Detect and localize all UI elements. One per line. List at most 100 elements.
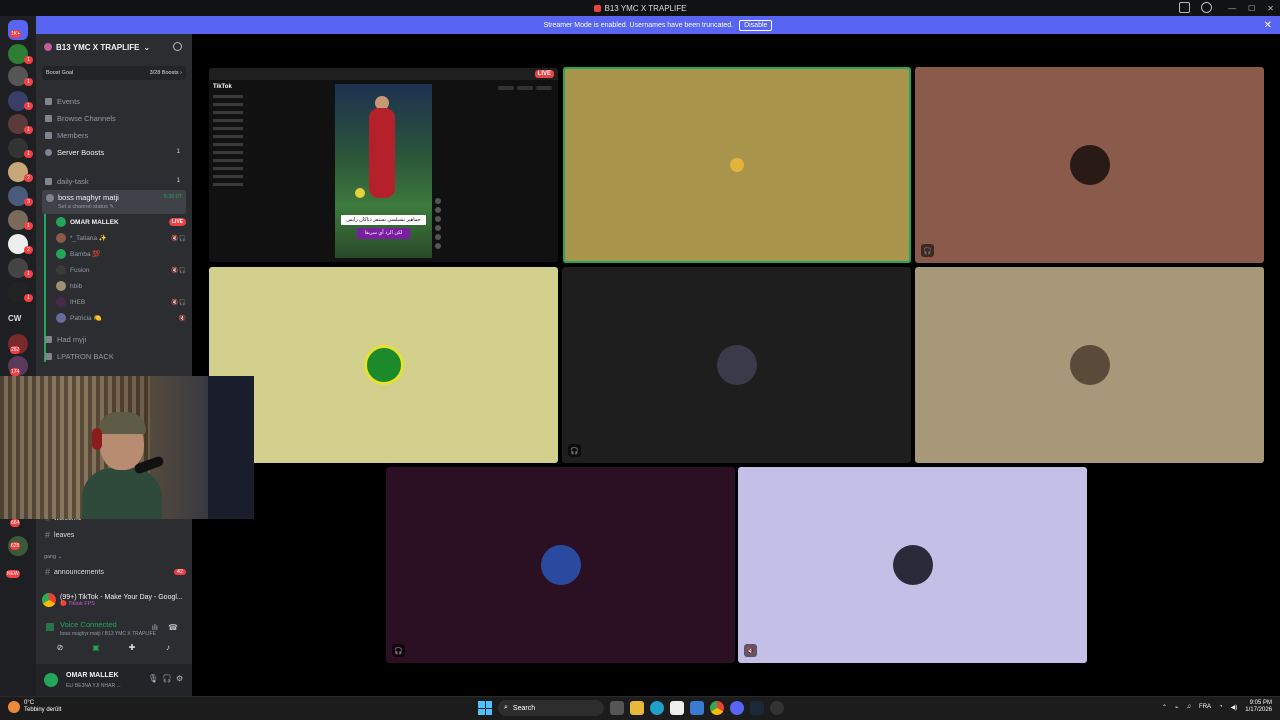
server-badge: 1 <box>24 294 33 302</box>
participant-tile[interactable]: 🎧 <box>386 467 735 663</box>
screen-share-tile[interactable]: LIVE TikTok جماهير تشيلسي تستفز دياكان ر… <box>209 68 558 262</box>
disconnect-icon[interactable]: ☎ <box>168 623 178 632</box>
voice-user[interactable]: Patricia 🍋 🔇 <box>56 311 186 325</box>
player-body <box>369 108 395 198</box>
task-view-icon[interactable] <box>610 701 624 715</box>
nav-browse-channels[interactable]: Browse Channels <box>42 111 186 125</box>
signal-icon[interactable] <box>46 623 54 631</box>
participant-tile[interactable]: 🎧 <box>915 67 1264 263</box>
obs-icon[interactable] <box>770 701 784 715</box>
mute-icon: 🔇 <box>178 315 186 322</box>
members-icon <box>45 131 52 139</box>
participant-tile[interactable] <box>915 267 1264 463</box>
avatar <box>56 297 66 307</box>
voice-user[interactable]: IHEB 🔇🎧 <box>56 295 186 309</box>
clock-date: 1/17/2026 <box>1245 707 1272 713</box>
text-channel-announcements[interactable]: # announcements 42 <box>42 565 186 579</box>
nav-server-boosts[interactable]: Server Boosts 1 <box>42 145 186 159</box>
weather-widget[interactable]: 0°C Tebbiny derûlt <box>8 700 61 714</box>
headphones-icon[interactable]: 🎧 <box>162 674 172 683</box>
network-icon[interactable]: ⌁ <box>1175 704 1179 711</box>
tiktok-video[interactable]: جماهير تشيلسي تستفز دياكان رايس لكن الرد… <box>335 84 432 258</box>
activity-panel[interactable]: (99+) TikTok - Make Your Day - Googl... … <box>42 586 186 614</box>
voice-timer: 5:36:07 <box>163 194 182 200</box>
voice-channel[interactable]: Had myji <box>42 332 186 346</box>
channel-label: announcements <box>54 568 104 576</box>
voice-user[interactable]: Bamba 💯 <box>56 247 186 261</box>
language-indicator[interactable]: FRA <box>1199 704 1211 710</box>
voice-user[interactable]: Fusion 🔇🎧 <box>56 263 186 277</box>
screen-share-button[interactable]: ▣ <box>81 640 111 654</box>
channel-status[interactable]: Set a channel status ✎ <box>58 204 114 210</box>
activities-button[interactable]: ✚ <box>117 640 147 654</box>
participant-tile[interactable] <box>209 267 558 463</box>
voice-channel-active[interactable]: boss maghyr matji Set a channel status ✎… <box>42 190 186 214</box>
participant-tile[interactable]: 🎧 <box>562 267 911 463</box>
chrome-icon[interactable] <box>710 701 724 715</box>
voice-connected-label[interactable]: Voice Connected <box>60 620 117 629</box>
discord-icon[interactable] <box>730 701 744 715</box>
category-gang[interactable]: gang ⌄ <box>44 554 62 560</box>
channel-label: leaves <box>54 531 75 539</box>
steam-icon[interactable] <box>750 701 764 715</box>
start-button[interactable] <box>478 701 492 715</box>
server-header[interactable]: B13 YMC X TRAPLIFE ⌄ <box>36 34 192 60</box>
server-badge: 1 <box>24 56 33 64</box>
maximize-button[interactable]: ☐ <box>1248 4 1255 13</box>
avatar <box>540 545 581 585</box>
nav-members[interactable]: Members <box>42 128 186 142</box>
voice-user[interactable]: hbib <box>56 279 186 293</box>
add-member-icon[interactable] <box>173 42 182 51</box>
microphone-icon[interactable]: ♫ <box>1187 704 1192 710</box>
avatar[interactable] <box>44 673 58 687</box>
store-icon[interactable] <box>670 701 684 715</box>
camera-off-button[interactable]: ⊘ <box>45 640 75 654</box>
server-cw-label[interactable]: CW <box>8 314 21 323</box>
help-icon[interactable] <box>1201 2 1212 13</box>
wifi-icon[interactable]: ◔ <box>1219 704 1223 710</box>
server-badge: 1 <box>24 222 33 230</box>
speaker-icon <box>46 194 54 202</box>
file-explorer-icon[interactable] <box>630 701 644 715</box>
soundboard-button[interactable]: ♪ <box>153 640 183 654</box>
streamer <box>82 406 165 519</box>
taskbar-search[interactable]: ⌕ Search <box>498 700 604 716</box>
voice-user[interactable]: *_Tatiana ✨ 🔇🎧 <box>56 231 186 245</box>
dm-badge: 1K+ <box>10 30 22 38</box>
discord-app-icon <box>593 4 601 12</box>
nav-events[interactable]: Events <box>42 94 186 108</box>
avatar <box>56 313 66 323</box>
participant-tile[interactable]: 🔇 <box>738 467 1087 663</box>
microphone-icon[interactable]: 🎙 <box>148 674 158 683</box>
participant-tile[interactable] <box>563 67 911 263</box>
avatar <box>892 545 933 585</box>
minimize-button[interactable]: — <box>1228 4 1236 13</box>
channel-label: daily-task <box>57 176 89 186</box>
voice-user-name: hbib <box>70 282 83 290</box>
screen-share-icon[interactable] <box>1179 2 1190 13</box>
voice-channel[interactable]: LPATRON BACK <box>42 349 186 363</box>
disable-streamer-mode-button[interactable]: Disable <box>739 19 773 31</box>
text-channel-leaves[interactable]: # leaves <box>42 528 186 542</box>
chevron-up-icon[interactable]: ⌃ <box>1162 704 1167 711</box>
hash-icon: # <box>45 567 51 577</box>
volume-icon[interactable]: ◀) <box>1231 704 1238 711</box>
voice-user[interactable]: OMAR MALLEK LIVE <box>56 215 186 229</box>
noise-suppression-icon[interactable]: ılı <box>152 623 158 632</box>
avatar <box>56 281 66 291</box>
channel-daily-task[interactable]: daily-task 1 <box>42 174 186 188</box>
voice-user-name: Fusion <box>70 266 90 274</box>
close-window-button[interactable]: ✕ <box>1267 4 1274 13</box>
user-name: OMAR MALLEK <box>66 672 119 679</box>
channel-label: LPATRON BACK <box>57 351 114 361</box>
clock[interactable]: 9:05 PM 1/17/2026 <box>1245 700 1272 714</box>
close-banner-icon[interactable]: ✕ <box>1264 20 1272 31</box>
mail-icon[interactable] <box>690 701 704 715</box>
gear-icon[interactable]: ⚙ <box>176 674 183 683</box>
voice-channel-name: boss maghyr matji <box>58 193 119 202</box>
user-status: ELI BE3NA YJI NHAR ... <box>66 683 121 689</box>
mute-deafen-icon: 🔇🎧 <box>171 235 186 242</box>
edge-icon[interactable] <box>650 701 664 715</box>
voice-user-name: IHEB <box>70 298 86 306</box>
boost-goal-bar[interactable]: Boost Goal 3/28 Boosts › <box>42 66 186 80</box>
